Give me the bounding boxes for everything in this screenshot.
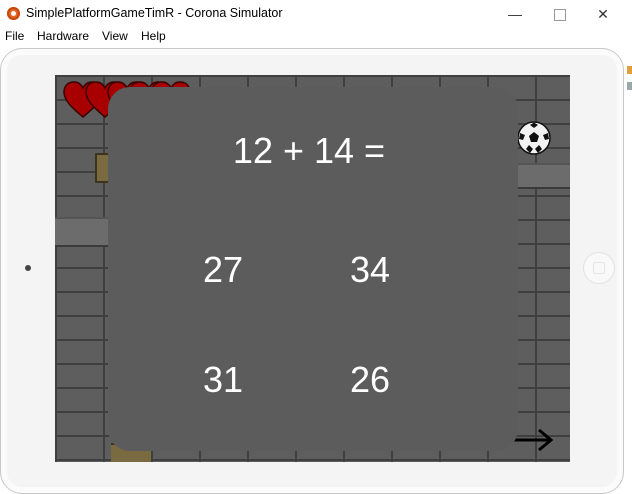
minimize-button[interactable]: — xyxy=(492,0,538,28)
question-text: 12 + 14 = xyxy=(232,130,386,171)
soccer-ball-icon xyxy=(517,121,551,155)
menu-file[interactable]: File xyxy=(5,29,24,43)
quiz-question: 12 + 14 = xyxy=(108,130,518,172)
menu-hardware[interactable]: Hardware xyxy=(37,29,89,43)
camera-icon xyxy=(25,265,31,271)
stone-ledge xyxy=(515,163,570,189)
background-window-mark xyxy=(627,66,632,74)
window-title: SimplePlatformGameTimR - Corona Simulato… xyxy=(26,6,283,20)
close-button[interactable]: ✕ xyxy=(580,0,626,28)
maximize-button[interactable] xyxy=(536,0,582,28)
background-window-edge xyxy=(625,48,632,492)
menu-bar: File Hardware View Help xyxy=(0,28,632,46)
menu-view[interactable]: View xyxy=(102,29,128,43)
answer-button[interactable]: 34 xyxy=(310,249,430,291)
menu-help[interactable]: Help xyxy=(141,29,166,43)
answer-button[interactable]: 31 xyxy=(163,359,283,401)
corona-icon xyxy=(7,7,20,20)
title-bar: SimplePlatformGameTimR - Corona Simulato… xyxy=(0,0,632,28)
math-quiz-dialog: 12 + 14 = 27 34 31 26 xyxy=(108,87,518,451)
home-button[interactable] xyxy=(583,252,615,284)
answer-button[interactable]: 26 xyxy=(310,359,430,401)
stone-ledge xyxy=(55,217,110,247)
background-window-mark xyxy=(627,82,632,90)
answer-button[interactable]: 27 xyxy=(163,249,283,291)
